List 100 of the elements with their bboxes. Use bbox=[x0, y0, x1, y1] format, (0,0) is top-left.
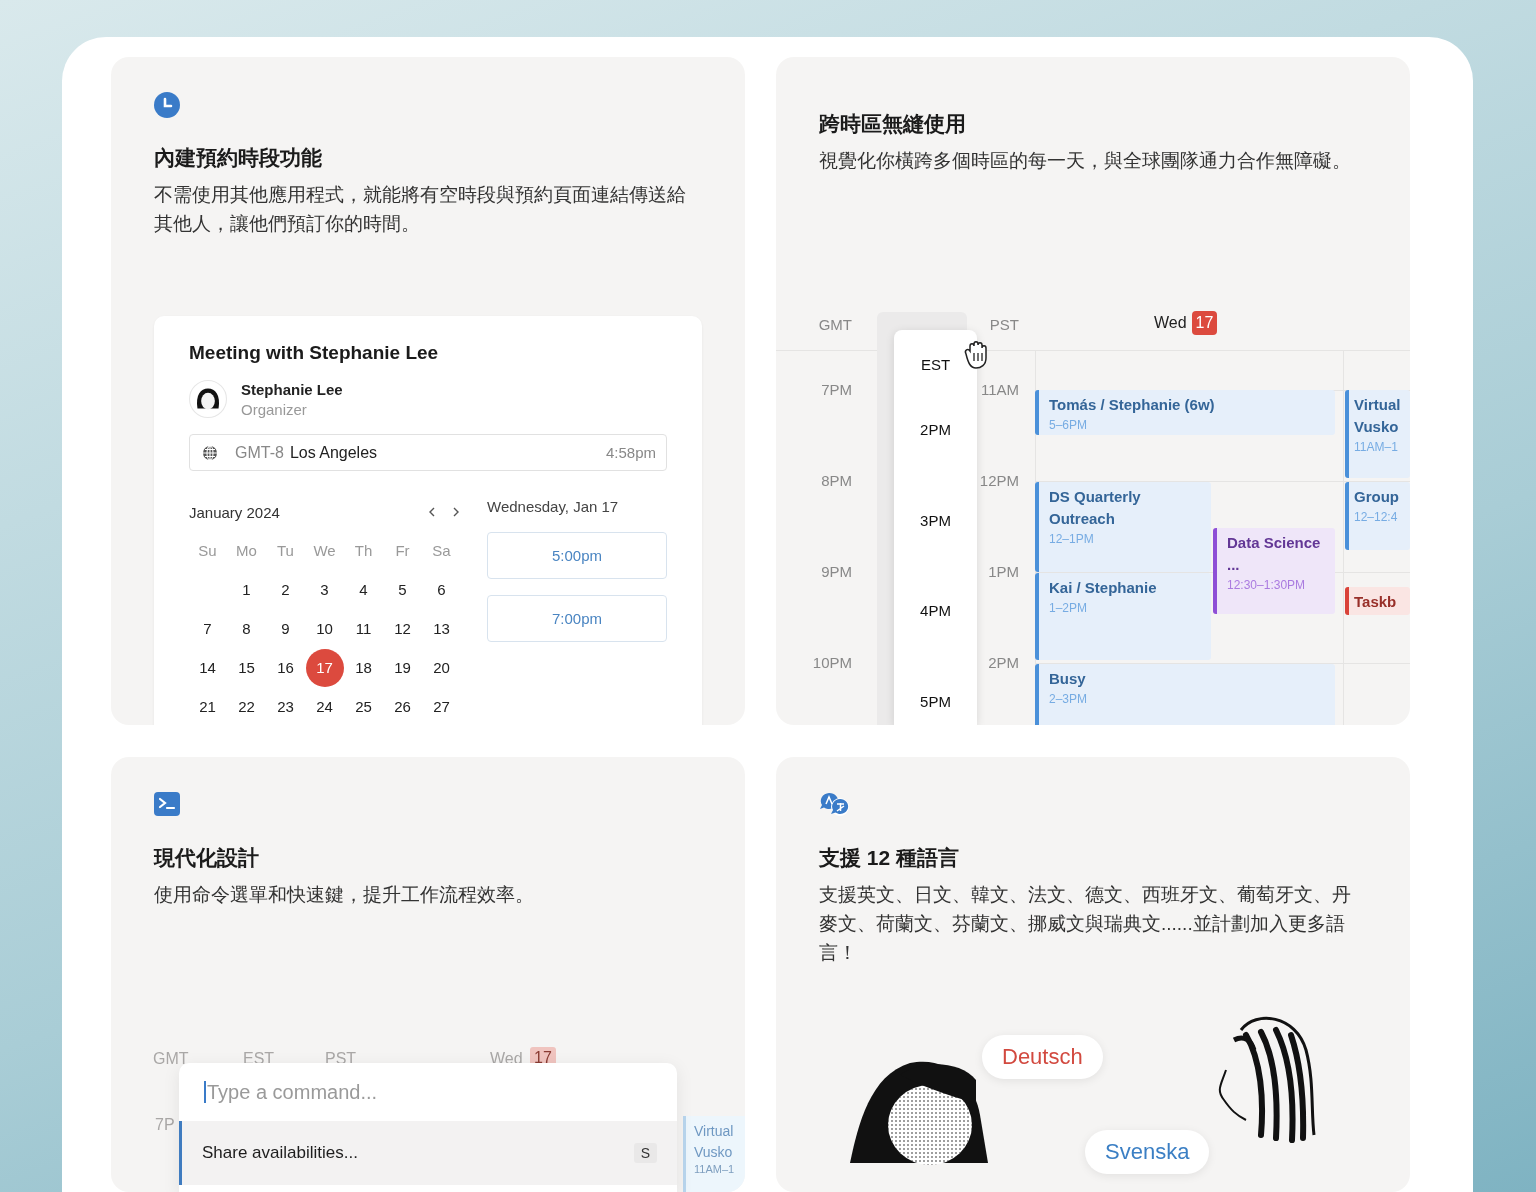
event-title: Data Science ... bbox=[1227, 533, 1322, 575]
feature-title: 現代化設計 bbox=[154, 845, 259, 871]
weekday-label: Fr bbox=[395, 542, 410, 559]
calendar-day[interactable]: 25 bbox=[344, 687, 383, 725]
calendar-day[interactable]: 11 bbox=[344, 609, 383, 648]
calendar-event[interactable]: Data Science ... 12:30–1:30PM bbox=[1213, 528, 1335, 614]
event-time: 11AM–1 bbox=[694, 1163, 736, 1175]
translate-icon bbox=[819, 792, 851, 818]
month-label: January 2024 bbox=[189, 503, 280, 521]
feature-description: 視覺化你橫跨多個時區的每一天，與全球團隊通力合作無障礙。 bbox=[819, 149, 1351, 173]
event-title: Group bbox=[1354, 487, 1400, 507]
hour-label: 2PM bbox=[919, 420, 952, 440]
hour-label: 2PM bbox=[988, 653, 1019, 673]
feature-description: 支援英文、日文、韓文、法文、德文、西班牙文、葡萄牙文、丹麥文、荷蘭文、芬蘭文、挪威文與瑞典文......並計劃加入更多語言！ bbox=[819, 883, 1351, 965]
hour-label: 11AM bbox=[980, 380, 1019, 400]
time-slot-button[interactable]: 7:00pm bbox=[487, 595, 667, 642]
calendar-day[interactable]: 6 bbox=[422, 570, 461, 609]
event-time: 5–6PM bbox=[1049, 417, 1089, 434]
event-title: Tomás / Stephanie (6w) bbox=[1049, 395, 1216, 415]
calendar-day[interactable]: 12 bbox=[383, 609, 422, 648]
event-title: Taskb bbox=[1354, 592, 1398, 612]
calendar-event[interactable]: Kai / Stephanie 1–2PM bbox=[1035, 573, 1211, 660]
calendar-event[interactable]: Group 12–12:4 bbox=[1345, 482, 1410, 550]
time-slot-button[interactable]: 5:00pm bbox=[487, 532, 667, 579]
next-month-icon[interactable] bbox=[451, 506, 461, 518]
event-title: DS Quarterly Outreach bbox=[1049, 487, 1142, 529]
weekday-label: We bbox=[313, 542, 336, 559]
calendar-event[interactable]: Virtual Vusko 11AM–1 bbox=[1345, 390, 1410, 478]
event-time: 1–2PM bbox=[1049, 600, 1089, 617]
previous-month-icon[interactable] bbox=[427, 506, 437, 518]
selected-date: Wednesday, Jan 17 bbox=[487, 498, 620, 517]
calendar-day[interactable]: 3 bbox=[305, 570, 344, 609]
calendar-day[interactable]: 8 bbox=[227, 609, 266, 648]
calendar-day[interactable]: 1 bbox=[227, 570, 266, 609]
organizer-role: Organizer bbox=[241, 400, 308, 418]
meeting-title: Meeting with Stephanie Lee bbox=[189, 342, 440, 364]
calendar-event[interactable]: DS Quarterly Outreach 12–1PM bbox=[1035, 482, 1211, 572]
calendar-day[interactable]: 18 bbox=[344, 648, 383, 687]
calendar-day[interactable]: 15 bbox=[227, 648, 266, 687]
calendar-day[interactable]: 26 bbox=[383, 687, 422, 725]
weekday-label: Tu bbox=[277, 542, 294, 559]
calendar-event[interactable]: Taskb bbox=[1345, 587, 1410, 615]
feature-description: 不需使用其他應用程式，就能將有空時段與預約頁面連結傳送給其他人，讓他們預訂你的時間。 bbox=[154, 183, 686, 236]
command-input[interactable]: Type a command... bbox=[206, 1080, 627, 1104]
calendar-event[interactable]: Busy 2–3PM bbox=[1035, 664, 1335, 725]
calendar-day[interactable]: 4 bbox=[344, 570, 383, 609]
day-name: Wed bbox=[1154, 314, 1187, 332]
calendar-day[interactable]: 22 bbox=[227, 687, 266, 725]
calendar-day[interactable]: 7 bbox=[188, 609, 227, 648]
current-time: 4:58pm bbox=[605, 444, 656, 461]
event-title: Kai / Stephanie bbox=[1049, 578, 1158, 598]
calendar-day[interactable]: 27 bbox=[422, 687, 461, 725]
calendar-day[interactable]: 19 bbox=[383, 648, 422, 687]
timezone-label: PST bbox=[989, 316, 1019, 334]
calendar-day[interactable]: 10 bbox=[305, 609, 344, 648]
hour-label: 7P bbox=[155, 1116, 175, 1134]
hour-label: 8PM bbox=[821, 471, 852, 491]
command-item[interactable]: Share availabilities... S bbox=[179, 1121, 677, 1185]
hour-label: 10PM bbox=[812, 653, 852, 673]
feature-title: 內建預約時段功能 bbox=[154, 145, 322, 171]
calendar-day[interactable]: 21 bbox=[188, 687, 227, 725]
calendar-day[interactable]: 5 bbox=[383, 570, 422, 609]
calendar-day[interactable]: 23 bbox=[266, 687, 305, 725]
calendar-day[interactable]: 2 bbox=[266, 570, 305, 609]
feature-title: 支援 12 種語言 bbox=[819, 845, 960, 871]
timezone-label: GMT bbox=[818, 316, 852, 334]
date-badge: 17 bbox=[1191, 311, 1218, 335]
hour-label: 4PM bbox=[919, 601, 952, 621]
hour-label: 5PM bbox=[919, 692, 952, 712]
hour-label: 12PM bbox=[979, 471, 1019, 491]
timezone-label: GMT bbox=[153, 1050, 189, 1068]
calendar-day[interactable]: 16 bbox=[266, 648, 305, 687]
text-cursor bbox=[204, 1081, 206, 1103]
weekday-label: Mo bbox=[236, 542, 257, 559]
event-title: Virtual Vusko bbox=[1354, 395, 1402, 437]
event-title: Virtual Vusko bbox=[694, 1122, 735, 1162]
command-label: Share availabilities... bbox=[202, 1143, 358, 1163]
event-time: 12–12:4 bbox=[1354, 509, 1399, 526]
event-title: Busy bbox=[1049, 669, 1087, 689]
event-time: 2–3PM bbox=[1049, 691, 1089, 708]
language-label: Svenska bbox=[1105, 1139, 1190, 1164]
calendar-day[interactable]: 13 bbox=[422, 609, 461, 648]
event-time: 12:30–1:30PM bbox=[1227, 577, 1307, 594]
event-time: 11AM–1 bbox=[1354, 439, 1399, 456]
weekday-label: Th bbox=[354, 542, 373, 559]
feature-title: 跨時區無縫使用 bbox=[819, 111, 966, 137]
hour-label: 1PM bbox=[988, 562, 1019, 582]
calendar-day[interactable]: 20 bbox=[422, 648, 461, 687]
calendar-day[interactable]: 17 bbox=[305, 648, 344, 687]
calendar-day[interactable]: 24 bbox=[305, 687, 344, 725]
clock-icon bbox=[154, 92, 180, 118]
globe-icon bbox=[202, 444, 218, 461]
weekday-label: Su bbox=[198, 542, 217, 559]
hour-label: 3PM bbox=[919, 511, 952, 531]
timezone-field[interactable]: GMT-8 Los Angeles 4:58pm bbox=[189, 434, 667, 471]
calendar-day[interactable]: 14 bbox=[188, 648, 227, 687]
calendar-event[interactable]: Tomás / Stephanie (6w) 5–6PM bbox=[1035, 390, 1335, 435]
feature-description: 使用命令選單和快速鍵，提升工作流程效率。 bbox=[154, 883, 534, 907]
timezone-label: EST bbox=[919, 355, 952, 375]
calendar-day[interactable]: 9 bbox=[266, 609, 305, 648]
